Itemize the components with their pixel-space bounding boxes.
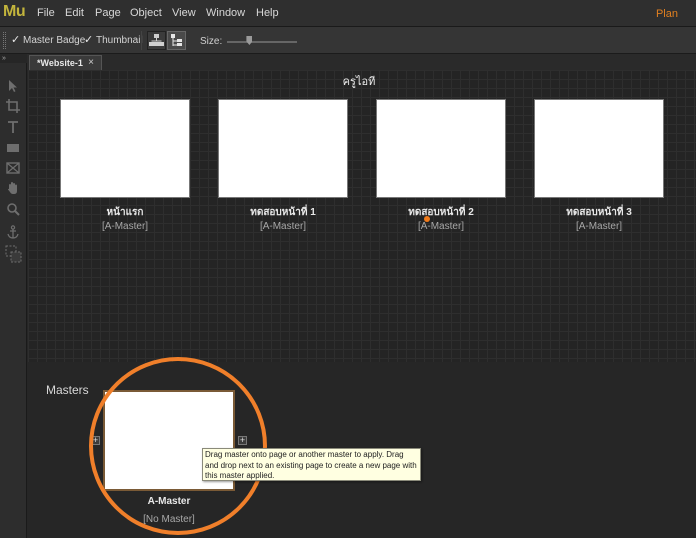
- page-name[interactable]: ทดสอบหน้าที่ 2: [376, 205, 506, 220]
- sitemap-vertical-icon: [149, 34, 164, 46]
- page-thumbnail[interactable]: [376, 99, 506, 198]
- tools-collapse-button[interactable]: »: [0, 54, 27, 63]
- app-logo: Mu: [3, 3, 26, 20]
- menu-page[interactable]: Page: [95, 7, 121, 19]
- size-slider-thumb[interactable]: [246, 36, 253, 45]
- anchor-tool-icon[interactable]: [5, 224, 21, 240]
- page-name[interactable]: ทดสอบหน้าที่ 3: [534, 205, 664, 220]
- page-thumbnail[interactable]: [60, 99, 190, 198]
- horizontal-layout-button[interactable]: [167, 31, 186, 50]
- thumbnail-checkbox[interactable]: ✓: [84, 35, 94, 46]
- image-frame-tool-icon[interactable]: [5, 160, 21, 176]
- menu-view[interactable]: View: [172, 7, 196, 19]
- document-tab-strip: [27, 54, 696, 70]
- page-name[interactable]: หน้าแรก: [60, 205, 190, 220]
- menu-window[interactable]: Window: [206, 7, 245, 19]
- menu-help[interactable]: Help: [256, 7, 279, 19]
- site-title[interactable]: ครูไอที: [0, 72, 696, 90]
- fill-stroke-tool-icon[interactable]: [5, 245, 22, 265]
- vertical-layout-button[interactable]: [147, 31, 166, 50]
- add-master-right-icon[interactable]: +: [238, 436, 247, 445]
- add-master-left-icon[interactable]: +: [91, 436, 100, 445]
- toolbar: ✓ Master Badge ✓ Thumbnail Size:: [0, 27, 696, 54]
- size-label: Size:: [200, 36, 223, 47]
- crop-tool-icon[interactable]: [5, 98, 21, 114]
- page-thumbnail[interactable]: [534, 99, 664, 198]
- hand-tool-icon[interactable]: [5, 180, 21, 196]
- zoom-tool-icon[interactable]: [5, 201, 21, 217]
- masters-heading: Masters: [46, 383, 89, 397]
- toolbar-grip[interactable]: [3, 32, 6, 49]
- page-master-badge: [A-Master]: [575, 221, 623, 232]
- close-tab-icon[interactable]: ×: [88, 57, 94, 68]
- drop-indicator-dot: [424, 216, 430, 222]
- page-master-badge: [A-Master]: [259, 221, 307, 232]
- menu-edit[interactable]: Edit: [65, 7, 84, 19]
- menu-object[interactable]: Object: [130, 7, 162, 19]
- master-parent-badge: [No Master]: [143, 514, 195, 525]
- master-badge-checkbox[interactable]: ✓: [11, 35, 21, 46]
- menu-file[interactable]: File: [37, 7, 55, 19]
- page-thumbnail[interactable]: [218, 99, 348, 198]
- size-slider-track[interactable]: [227, 41, 297, 43]
- page-master-badge: [A-Master]: [101, 221, 149, 232]
- menu-bar: Mu File Edit Page Object View Window Hel…: [0, 0, 696, 27]
- document-tab-label: *Website-1: [37, 58, 83, 68]
- thumbnail-label[interactable]: Thumbnail: [96, 35, 143, 46]
- plan-mode-link[interactable]: Plan: [656, 8, 678, 20]
- document-tab[interactable]: *Website-1 ×: [29, 55, 102, 70]
- rectangle-tool-icon[interactable]: [5, 140, 21, 156]
- text-tool-icon[interactable]: [5, 119, 21, 135]
- page-master-badge: [A-Master]: [417, 221, 465, 232]
- master-tooltip: Drag master onto page or another master …: [202, 448, 421, 481]
- page-name[interactable]: ทดสอบหน้าที่ 1: [218, 205, 348, 220]
- toolbar-divider: [141, 31, 142, 50]
- sitemap-horizontal-icon: [171, 34, 182, 46]
- master-name[interactable]: A-Master: [103, 496, 235, 507]
- master-badge-label[interactable]: Master Badge: [23, 35, 85, 46]
